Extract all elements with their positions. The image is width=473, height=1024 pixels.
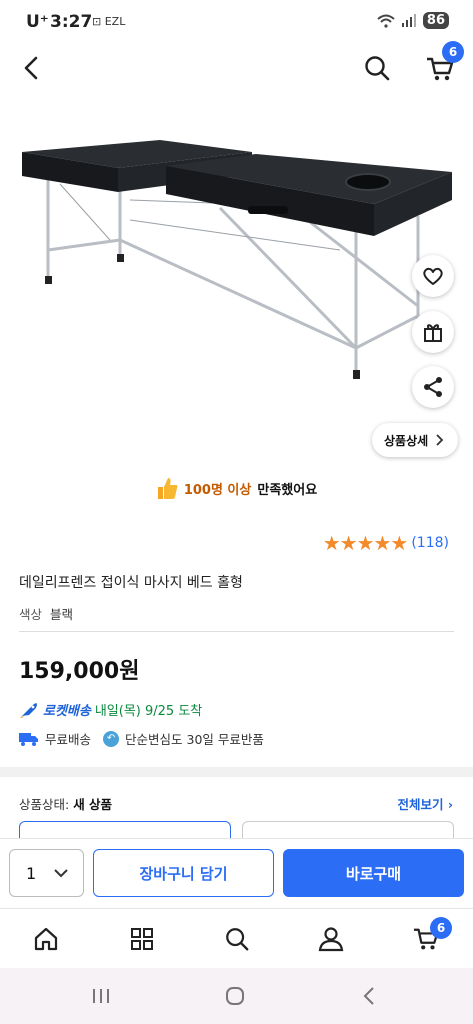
cart-badge: 6 [442, 41, 464, 63]
back-arrow-icon [24, 56, 38, 80]
view-all-link[interactable]: 전체보기 › [397, 794, 453, 813]
signal-icon [401, 13, 416, 27]
product-condition: 상품상태: 새 상품 [19, 794, 112, 813]
home-icon [34, 927, 58, 951]
wifi-icon [377, 14, 395, 28]
add-to-cart-button[interactable]: 장바구니 담기 [93, 849, 274, 897]
nav-home[interactable] [28, 923, 64, 955]
star-rating: ★★★★★ [322, 531, 409, 555]
option-value: 블랙 [50, 607, 74, 622]
condition-value: 새 상품 [73, 797, 113, 812]
recent-apps-button[interactable] [86, 982, 116, 1010]
view-all-label: 전체보기 [397, 797, 444, 812]
recent-apps-icon [93, 989, 109, 1003]
carrier-label: U⁺ [26, 12, 49, 32]
system-back-button[interactable] [354, 982, 384, 1010]
nav-search[interactable] [219, 923, 255, 955]
status-right: 86 [377, 12, 449, 29]
quantity-value: 1 [26, 863, 37, 883]
option-row: 색상 블랙 [19, 604, 73, 623]
quantity-select[interactable]: 1 [9, 849, 84, 897]
nav-categories[interactable] [124, 923, 160, 955]
top-nav: 6 [0, 41, 473, 90]
purchase-bar: 1 장바구니 담기 바로구매 [0, 838, 473, 908]
system-nav-bar [0, 968, 473, 1024]
back-chevron-icon [363, 987, 374, 1005]
review-count[interactable]: (118) [411, 535, 449, 551]
condition-label: 상품상태: [19, 797, 70, 812]
thumbs-up-icon [157, 478, 178, 499]
satisfaction-text: 만족했어요 [257, 482, 318, 498]
satisfaction-count: 100명 이상 [183, 482, 252, 498]
product-detail-button[interactable]: 상품상세 [372, 423, 459, 457]
home-system-button[interactable] [220, 982, 250, 1010]
share-icon [424, 377, 442, 397]
grid-icon [131, 928, 153, 950]
gift-icon [424, 324, 442, 342]
option-label: 색상 [19, 607, 43, 622]
rocket-delivery-label: 로켓배송 [43, 704, 91, 719]
product-title: 데일리프렌즈 접이식 마사지 베드 홀형 [19, 575, 243, 591]
buy-now-button[interactable]: 바로구매 [283, 849, 464, 897]
search-icon [226, 928, 249, 951]
notification-icons: ⊡ EZL [92, 15, 126, 28]
rocket-icon [20, 702, 37, 718]
chevron-down-icon [54, 869, 68, 878]
shipping-row: 무료배송 ↶ 단순변심도 30일 무료반품 [19, 729, 264, 748]
satisfaction-row: 100명 이상 만족했어요 [0, 476, 473, 500]
gift-button[interactable] [412, 311, 454, 353]
free-shipping-label: 무료배송 [45, 732, 92, 747]
status-time: 3:27 [50, 12, 93, 32]
chevron-right-icon: › [447, 797, 453, 812]
free-return-label: 단순변심도 30일 무료반품 [125, 732, 264, 747]
product-detail-label: 상품상세 [384, 433, 429, 448]
wishlist-button[interactable] [412, 255, 454, 297]
divider [19, 631, 454, 632]
person-icon [318, 927, 344, 952]
home-circle-icon [226, 987, 244, 1005]
search-icon [365, 56, 390, 81]
status-bar: U⁺ 3:27 ⊡ EZL 86 [0, 0, 473, 46]
section-separator [0, 767, 473, 777]
return-icon: ↶ [103, 730, 120, 747]
chevron-right-icon [436, 434, 444, 446]
nav-my-account[interactable] [313, 923, 349, 955]
rocket-delivery-row: 로켓배송 내일(목) 9/25 도착 [19, 700, 202, 719]
rating-row[interactable]: ★★★★★ (118) [323, 531, 449, 555]
search-button[interactable] [360, 51, 394, 85]
cart-badge: 6 [430, 917, 452, 939]
back-button[interactable] [16, 52, 48, 84]
battery-level: 86 [422, 12, 449, 29]
arrival-date: 내일(목) 9/25 도착 [94, 704, 203, 719]
share-button[interactable] [412, 366, 454, 408]
product-price: 159,000원 [19, 659, 140, 684]
bottom-nav: 6 [0, 908, 473, 968]
truck-icon [19, 732, 38, 746]
heart-icon [423, 267, 443, 285]
